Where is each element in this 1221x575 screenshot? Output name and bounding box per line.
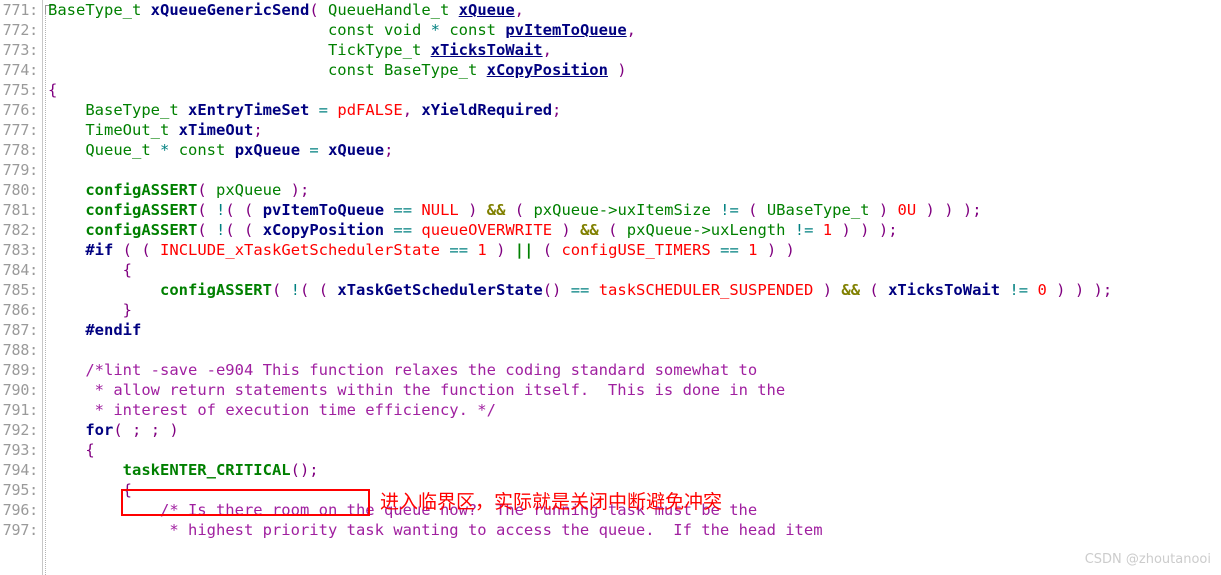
code-line-782: configASSERT( !( ( xCopyPosition == queu…: [85, 221, 898, 239]
line-number: 790:: [2, 381, 39, 399]
code-line-789: /*lint -save -e904 This function relaxes…: [85, 361, 758, 379]
code-line-776: BaseType_t xEntryTimeSet = pdFALSE, xYie…: [85, 101, 562, 119]
line-number: 788:: [2, 341, 39, 359]
code-text-area[interactable]: BaseType_t xQueueGenericSend( QueueHandl…: [48, 0, 1221, 575]
line-number: 781:: [2, 201, 39, 219]
line-number: 792:: [2, 421, 39, 439]
line-number: 786:: [2, 301, 39, 319]
line-number: 778:: [2, 141, 39, 159]
line-number: 796:: [2, 501, 39, 519]
line-number: 774:: [2, 61, 39, 79]
line-number: 775:: [2, 81, 39, 99]
code-line-794: taskENTER_CRITICAL();: [122, 461, 319, 479]
code-line-784: {: [122, 261, 132, 279]
line-number: 795:: [2, 481, 39, 499]
line-number: 782:: [2, 221, 39, 239]
code-line-780: configASSERT( pxQueue );: [85, 181, 310, 199]
code-line-778: Queue_t * const pxQueue = xQueue;: [85, 141, 394, 159]
line-number: 784:: [2, 261, 39, 279]
line-number: 772:: [2, 21, 39, 39]
line-number: 785:: [2, 281, 39, 299]
code-line-777: TimeOut_t xTimeOut;: [85, 121, 263, 139]
code-line-786: }: [122, 301, 132, 319]
watermark: CSDN @zhoutanooi: [1084, 552, 1211, 567]
line-number: 783:: [2, 241, 39, 259]
code-line-791: * interest of execution time efficiency.…: [94, 401, 496, 419]
line-number: 776:: [2, 101, 39, 119]
code-line-772: const void * const pvItemToQueue,: [327, 21, 637, 39]
code-line-771: BaseType_t xQueueGenericSend( QueueHandl…: [48, 1, 525, 19]
code-line-774: const BaseType_t xCopyPosition ): [327, 61, 627, 79]
line-number: 773:: [2, 41, 39, 59]
line-number: 777:: [2, 121, 39, 139]
line-number: 779:: [2, 161, 39, 179]
line-number: 797:: [2, 521, 39, 539]
code-line-781: configASSERT( !( ( pvItemToQueue == NULL…: [85, 201, 982, 219]
line-number: 791:: [2, 401, 39, 419]
line-number: 789:: [2, 361, 39, 379]
line-number-gutter: 771: 772: 773: 774: 775: 776: 777: 778: …: [0, 0, 43, 575]
fold-guide-line: [45, 14, 46, 575]
code-line-785: configASSERT( !( ( xTaskGetSchedulerStat…: [159, 281, 1113, 299]
code-line-773: TickType_t xTicksToWait,: [327, 41, 552, 59]
code-line-783: #if ( ( INCLUDE_xTaskGetSchedulerState =…: [85, 241, 795, 259]
line-number: 794:: [2, 461, 39, 479]
code-line-790: * allow return statements within the fun…: [94, 381, 786, 399]
code-line-775: {: [48, 81, 58, 99]
code-line-787: #endif: [85, 321, 142, 339]
line-number: 793:: [2, 441, 39, 459]
code-line-792: for( ; ; ): [85, 421, 179, 439]
line-number: 787:: [2, 321, 39, 339]
annotation-text: 进入临界区，实际就是关闭中断避免冲突: [380, 491, 723, 513]
line-number: 771:: [2, 1, 39, 19]
code-editor: 771: 772: 773: 774: 775: 776: 777: 778: …: [0, 0, 1221, 575]
code-line-797: * highest priority task wanting to acces…: [169, 521, 823, 539]
code-line-793: {: [85, 441, 95, 459]
line-number: 780:: [2, 181, 39, 199]
